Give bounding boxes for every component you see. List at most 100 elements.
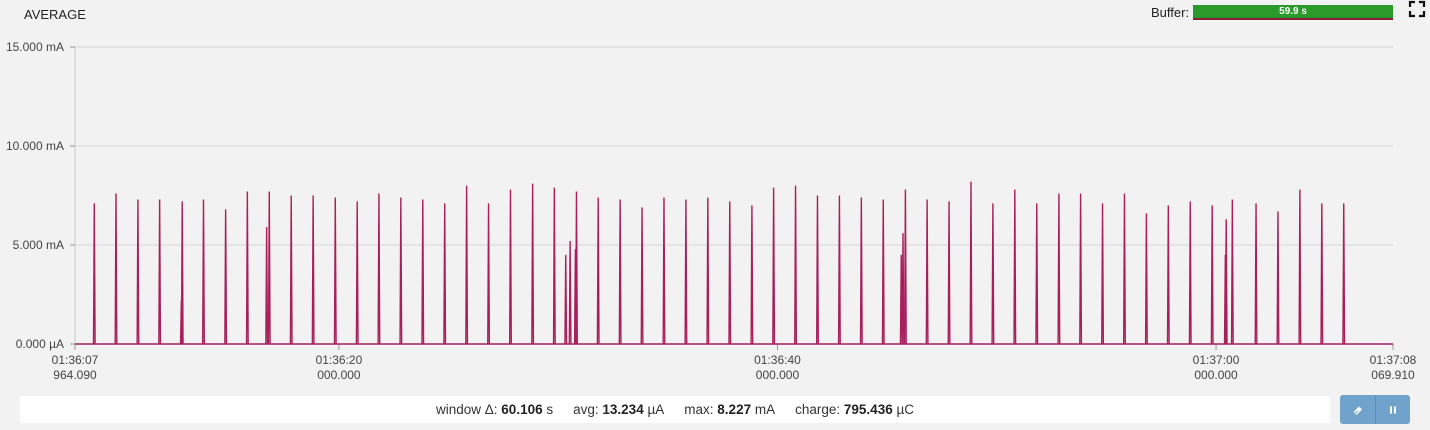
x-tick-fraction: 964.090 (53, 368, 97, 382)
stat-avg: avg: 13.234 µA (573, 402, 664, 417)
current-spike (267, 191, 271, 345)
current-spike (114, 193, 118, 345)
current-spike (487, 203, 491, 345)
stat-max-label: max: (684, 402, 714, 417)
current-spike (1013, 189, 1017, 345)
pause-button[interactable] (1375, 395, 1410, 424)
current-spike (684, 199, 688, 345)
x-tick-fraction: 069.910 (1371, 368, 1415, 382)
x-tick-fraction: 000.000 (1194, 368, 1238, 382)
current-spike (1122, 193, 1126, 345)
current-spike (224, 209, 228, 345)
current-spike (377, 193, 381, 345)
current-spike (158, 199, 162, 345)
current-spike (552, 187, 556, 345)
current-spike (772, 187, 776, 345)
current-spike (564, 254, 568, 345)
stat-avg-unit: µA (647, 402, 665, 417)
current-spike (837, 195, 841, 345)
current-spike (568, 241, 572, 345)
current-spike (355, 201, 359, 345)
stat-max: max: 8.227 mA (684, 402, 775, 417)
current-spike (1276, 211, 1280, 345)
x-tick-time: 01:37:00 (1193, 353, 1240, 367)
current-spike (531, 183, 535, 345)
current-spike (1101, 203, 1105, 345)
current-spike (618, 199, 622, 345)
y-tick-label: 5.000 mA (13, 238, 64, 252)
current-spike (1320, 203, 1324, 345)
x-axis: 01:36:07964.09001:36:20000.00001:36:4000… (52, 344, 1417, 382)
current-spike (640, 207, 644, 345)
current-spike (1188, 201, 1192, 345)
current-spike (596, 197, 600, 345)
x-tick-time: 01:36:40 (754, 353, 801, 367)
current-spike (465, 185, 469, 345)
current-spike (1079, 193, 1083, 345)
current-spike (443, 203, 447, 345)
current-spike (815, 195, 819, 345)
current-spike (859, 197, 863, 345)
current-chart[interactable]: 0.000 µA 5.000 mA 10.000 mA 15.000 mA 01:36… (0, 0, 1430, 390)
current-spike (1224, 219, 1228, 345)
y-tick-label: 0.000 µA (16, 337, 64, 351)
current-spike (1254, 203, 1258, 345)
stat-max-unit: mA (754, 402, 776, 417)
y-tick-label: 10.000 mA (6, 139, 64, 153)
current-spike (901, 233, 905, 345)
current-spike (92, 203, 96, 345)
current-spike (136, 199, 140, 345)
current-spike (311, 195, 315, 345)
current-spike (180, 201, 184, 345)
series-current (75, 181, 1393, 345)
x-tick-fraction: 000.000 (317, 368, 361, 382)
stats-bar: window Δ: 60.106 s avg: 13.234 µA max: 8… (20, 396, 1330, 423)
stat-charge-unit: µC (896, 402, 915, 417)
current-spike (1230, 199, 1234, 345)
current-spike (903, 189, 907, 345)
x-tick-time: 01:36:20 (316, 353, 363, 367)
current-spike (947, 201, 951, 345)
current-spike (289, 195, 293, 345)
stat-charge: charge: 795.436 µC (795, 402, 914, 417)
stat-max-value: 8.227 (717, 402, 752, 417)
current-spike (399, 197, 403, 345)
current-spike (1166, 205, 1170, 345)
current-spike (508, 189, 512, 345)
current-spike (201, 199, 205, 345)
current-spike (333, 197, 337, 345)
current-spike (1342, 203, 1346, 345)
current-spike (245, 191, 249, 345)
stat-window-unit: s (546, 402, 554, 417)
stat-avg-value: 13.234 (602, 402, 644, 417)
x-tick-time: 01:36:07 (52, 353, 99, 367)
current-spike (662, 197, 666, 345)
y-tick-label: 15.000 mA (6, 40, 64, 54)
stat-charge-label: charge: (795, 402, 841, 417)
stat-charge-value: 795.436 (843, 402, 893, 417)
current-spike (925, 199, 929, 345)
current-spike (265, 227, 269, 345)
current-spike (991, 203, 995, 345)
current-spike (1298, 189, 1302, 345)
stat-window-value: 60.106 (501, 402, 543, 417)
current-spike (1057, 193, 1061, 345)
current-spike (1144, 213, 1148, 345)
current-spike (421, 199, 425, 345)
clear-button[interactable] (1340, 395, 1375, 424)
current-spike (969, 181, 973, 345)
current-spike (881, 199, 885, 345)
x-tick-fraction: 000.000 (756, 368, 800, 382)
eraser-icon (1353, 406, 1362, 415)
chart-controls (1340, 395, 1410, 424)
stat-avg-label: avg: (573, 402, 599, 417)
stat-window: window Δ: 60.106 s (436, 402, 553, 417)
current-spike (750, 205, 754, 345)
current-spike (1035, 203, 1039, 345)
current-spike (706, 197, 710, 345)
x-tick-time: 01:37:08 (1370, 353, 1417, 367)
grid-lines (75, 46, 1393, 345)
current-spike (574, 191, 578, 345)
current-spike (794, 185, 798, 345)
stat-window-label: window Δ: (435, 402, 498, 417)
